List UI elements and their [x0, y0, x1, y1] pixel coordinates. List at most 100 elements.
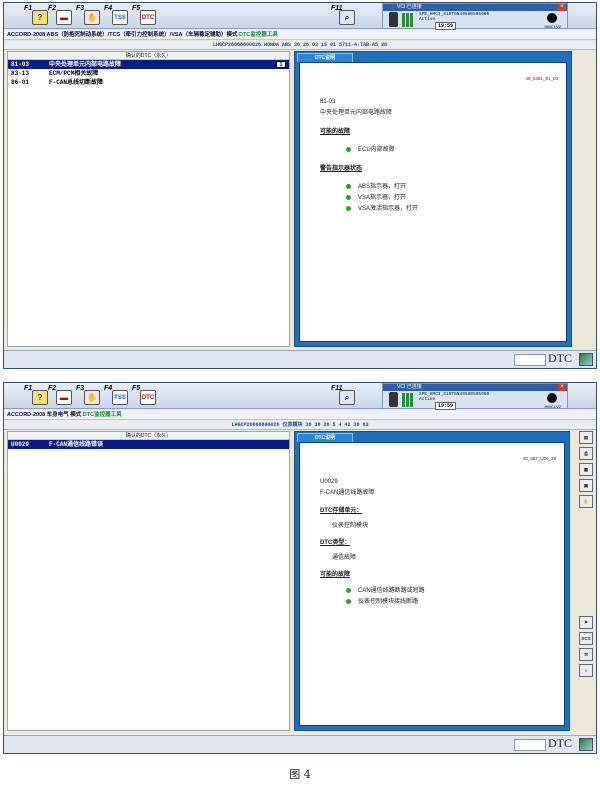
hmci-logo-icon — [547, 393, 557, 403]
figure-caption: 图 4 — [289, 768, 311, 781]
folder-icon[interactable]: ▤ — [579, 431, 593, 444]
list-item: VSA激活指示器，打开 — [346, 203, 418, 212]
tss-icon: TSS — [112, 390, 128, 405]
bullet-icon — [346, 598, 351, 604]
bullet-icon — [346, 194, 351, 200]
print-icon[interactable]: ⎙ — [579, 447, 593, 460]
dtc-row[interactable]: 86-01 F-CAN总线切断故障 — [8, 78, 289, 87]
detail-name: 中央处理单元内部电路故障 — [320, 110, 393, 116]
dtc-status-label: DTC — [548, 736, 572, 750]
bullet-icon — [346, 205, 351, 211]
tss-icon: TSS — [112, 10, 128, 25]
dtc-list-panel: 确认的DTC（永久） U0029 F-CAN通信线路错误 — [7, 431, 290, 731]
save-icon[interactable]: ▦ — [579, 463, 593, 476]
vci-info: SPE_HMCI_S1RT6N40580505060 Active — [419, 12, 490, 22]
screenshot-1: F1? F2 ▬ F3 ✋ F4 TSS F5 DTC F11 ⌕ VCI 已连接 × S… — [3, 2, 597, 369]
car-icon: ▬ — [56, 390, 72, 405]
close-icon[interactable]: × — [558, 4, 566, 11]
status-bar: DTC — [4, 735, 596, 753]
hand-icon: ✋ — [84, 390, 100, 405]
dtc-detail-body: 48_6481_81_03 81-03 中央处理单元内部电路故障 可能的故障 E… — [299, 62, 567, 342]
vin-bar: LHGCP26868800026 仪表模块 38 38 26 5 4 42 38… — [4, 421, 596, 430]
f11-scan-button[interactable]: F11 ⌕ — [331, 385, 361, 407]
dtc-row[interactable]: 83-13 ECM/PCM相关故障 — [8, 69, 289, 78]
doc-icon[interactable]: ≡ — [579, 664, 593, 677]
section-storage: DTC存储单元： — [320, 508, 363, 514]
scan-icon: ⌕ — [339, 10, 355, 25]
section-causes: 可能的故障 — [320, 572, 351, 578]
f5-dtc-button[interactable]: F5 DTC — [132, 385, 162, 407]
flag-icon[interactable]: ⚑ — [579, 616, 593, 629]
vci-device-icon — [389, 12, 398, 27]
f11-scan-button[interactable]: F11 ⌕ — [331, 5, 361, 27]
list-item: CAN通信线路断路或短路 — [346, 585, 425, 594]
detail-code: U0029 — [320, 479, 338, 485]
scs-icon[interactable]: SCS — [579, 632, 593, 645]
close-icon[interactable]: × — [558, 384, 566, 391]
signal-icon — [402, 393, 414, 407]
vci-status-panel: VCI 已连接 × SPE_HMCI_S1RT6N40580505060 Acti… — [382, 3, 568, 30]
vci-time: 19:59 — [435, 22, 457, 30]
dtc-icon: DTC — [140, 10, 156, 25]
dtc-row[interactable]: 81-03 中央处理单元内部电路故障 1 — [8, 60, 289, 69]
f3-hand-button[interactable]: F3 ✋ — [76, 5, 106, 27]
storage-value: 仪表控制模块 — [332, 523, 369, 529]
bullet-icon — [346, 587, 351, 593]
vci-logo-label: HMCI-V2 — [544, 404, 561, 409]
dtc-detail-body: 48_887_U00_29 U0029 F-CAN通信线路故障 DTC存储单元：… — [299, 442, 565, 726]
list-header: 确认的DTC（永久） — [8, 432, 289, 440]
breadcrumb: ACCORD-2008 ABS（防抱死制动系统）/TCS（牵引力控制系统）/VS… — [4, 30, 596, 40]
screenshot-2: F1? F2 ▬ F3 ✋ F4 TSS F5 DTC F11 ⌕ VCI 已连接 × S… — [3, 382, 597, 754]
dtc-list-panel: 确认的DTC（永久） 81-03 中央处理单元内部电路故障 1 83-13 ECM/P… — [7, 51, 290, 347]
vci-time: 19:59 — [435, 402, 457, 410]
vci-status-panel: VCI 已连接 × SPE_HMCI_S1RT6N40580505060 Acti… — [382, 383, 568, 410]
dtc-detail-panel: DTC说明 48_887_U00_29 U0029 F-CAN通信线路故障 DT… — [294, 431, 570, 731]
f5-dtc-button[interactable]: F5 DTC — [132, 5, 162, 27]
dtc-icon: DTC — [140, 390, 156, 405]
scan-icon: ⌕ — [339, 390, 355, 405]
picture-icon[interactable]: ▣ — [579, 479, 593, 492]
car-icon: ▬ — [56, 10, 72, 25]
vci-info: SPE_HMCI_S1RT6N40580505060 Active — [419, 392, 490, 402]
f2-vehicle-button[interactable]: F2 ▬ — [48, 5, 78, 27]
doc-id: 48_6481_81_03 — [525, 76, 558, 81]
hand-icon[interactable]: ✋ — [579, 495, 593, 508]
tab-dtc-description[interactable]: DTC说明 — [297, 433, 353, 442]
f3-hand-button[interactable]: F3 ✋ — [76, 385, 106, 407]
connection-icon — [579, 738, 593, 751]
dtc-status-label: DTC — [548, 351, 572, 365]
list-item: ECU内部故障 — [346, 144, 395, 153]
bullet-icon — [346, 183, 351, 189]
status-field — [514, 354, 546, 366]
tab-dtc-description[interactable]: DTC说明 — [297, 53, 353, 62]
f2-vehicle-button[interactable]: F2 ▬ — [48, 385, 78, 407]
f4-tss-button[interactable]: F4 TSS — [104, 385, 134, 407]
list-item: ABS指示器，打开 — [346, 181, 406, 190]
status-field — [514, 739, 546, 751]
status-bar: DTC — [4, 350, 596, 368]
signal-icon — [402, 13, 414, 27]
toolbar: F1? F2 ▬ F3 ✋ F4 TSS F5 DTC F11 ⌕ VCI 已连接 × S… — [4, 3, 596, 30]
vci-title: VCI 已连接 — [383, 384, 567, 391]
section-type: DTC类型： — [320, 540, 351, 546]
section-causes: 可能的故障 — [320, 129, 351, 135]
list-header: 确认的DTC（永久） — [8, 52, 289, 60]
tool-icon[interactable]: ⚒ — [579, 648, 593, 661]
hmci-logo-icon — [547, 13, 557, 23]
toolbar: F1? F2 ▬ F3 ✋ F4 TSS F5 DTC F11 ⌕ VCI 已连接 × S… — [4, 383, 596, 410]
connection-icon — [579, 353, 593, 366]
list-item: 仪表控制模块接线断路 — [346, 596, 418, 605]
bullet-icon — [346, 146, 351, 152]
breadcrumb: ACCORD-2008 车身电气 模式 DTC监控器工具 — [4, 410, 596, 420]
right-toolbar: ▤ ⎙ ▦ ▣ ✋ ⚑ SCS ⚒ ≡ — [577, 431, 595, 680]
dtc-detail-panel: DTC说明 48_6481_81_03 81-03 中央处理单元内部电路故障 可… — [294, 51, 572, 347]
help-icon: ? — [32, 10, 48, 25]
vci-logo-label: HMCI-V2 — [544, 24, 561, 29]
help-icon: ? — [32, 390, 48, 405]
f4-tss-button[interactable]: F4 TSS — [104, 5, 134, 27]
hand-icon: ✋ — [84, 10, 100, 25]
dtc-row[interactable]: U0029 F-CAN通信线路错误 — [8, 440, 289, 449]
doc-id: 48_887_U00_29 — [522, 456, 556, 461]
vci-device-icon — [389, 392, 398, 407]
detail-code: 81-03 — [320, 99, 336, 105]
